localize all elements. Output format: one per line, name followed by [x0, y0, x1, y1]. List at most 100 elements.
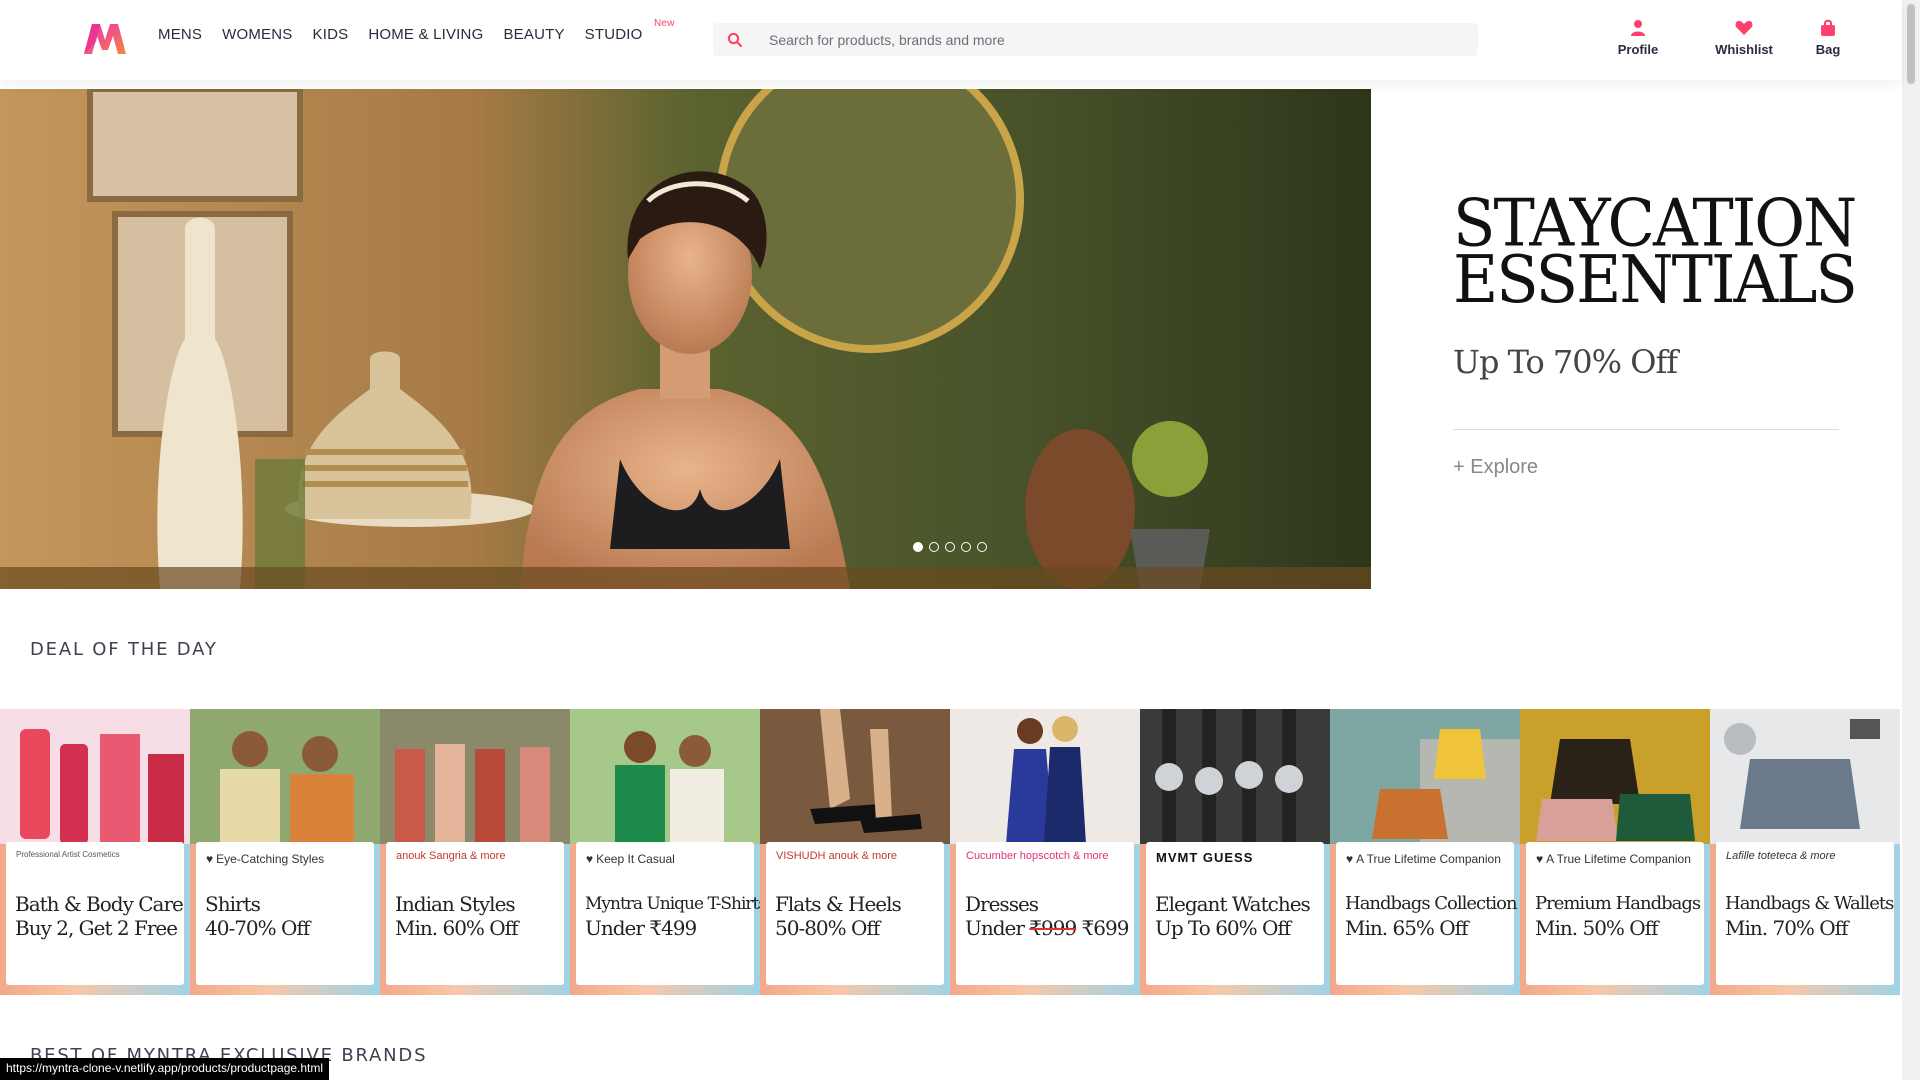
promo-subtitle: Up To 70% Off	[1453, 343, 1678, 381]
deal-line1: Handbags & Wallets	[1725, 893, 1894, 914]
deal-line2: Min. 60% Off	[395, 916, 518, 940]
carousel-dot[interactable]	[929, 542, 939, 552]
deal-line1: Indian Styles	[395, 892, 516, 916]
promo-divider	[1453, 429, 1839, 430]
deal-line2: 40-70% Off	[205, 916, 310, 940]
bag-button[interactable]: Bag	[1798, 18, 1858, 57]
deal-image	[570, 709, 760, 844]
promo-title: STAYCATION ESSENTIALS	[1453, 190, 1858, 318]
bag-icon	[1820, 18, 1836, 38]
deal-cards-row: Professional Artist Cosmetics Bath & Bod…	[0, 709, 1902, 995]
profile-label: Profile	[1617, 42, 1659, 57]
deal-card-premium-handbags[interactable]: ♥ A True Lifetime Companion Premium Handb…	[1520, 709, 1710, 995]
nav-kids[interactable]: KIDS	[303, 26, 359, 43]
wishlist-button[interactable]: Whishlist	[1702, 18, 1786, 57]
deal-line2: Min. 65% Off	[1345, 916, 1468, 940]
deal-line1: Myntra Unique T-Shirts	[585, 894, 760, 914]
profile-button[interactable]: Profile	[1598, 18, 1678, 57]
deal-line2: Min. 70% Off	[1725, 916, 1848, 940]
nav-womens[interactable]: WOMENS	[212, 26, 302, 43]
carousel-dot[interactable]	[977, 542, 987, 552]
deal-image	[1710, 709, 1900, 844]
deal-info-card: ♥ A True Lifetime Companion Handbags Coll…	[1336, 842, 1518, 985]
deal-info-card: ♥ Keep It Casual Myntra Unique T-Shirts U…	[576, 842, 760, 985]
deal-line2: Up To 60% Off	[1155, 916, 1291, 940]
deal-line2: Under ₹499	[585, 916, 697, 940]
deal-line2: 50-80% Off	[775, 916, 880, 940]
carousel-dot[interactable]	[945, 542, 955, 552]
nav-home-living[interactable]: HOME & LIVING	[358, 26, 493, 43]
deal-card-handbags-wallets[interactable]: Lafille toteteca & more Handbags & Walle…	[1710, 709, 1900, 995]
deal-tag: ♥ A True Lifetime Companion	[1346, 852, 1501, 866]
nav-studio[interactable]: STUDIO New	[575, 18, 675, 43]
myntra-logo-icon[interactable]	[82, 20, 128, 56]
deal-line1: Elegant Watches	[1155, 892, 1311, 916]
top-header: MENS WOMENS KIDS HOME & LIVING BEAUTY ST…	[0, 0, 1902, 80]
deal-info-card: ♥ Eye-Catching Styles Shirts 40-70% Off	[196, 842, 374, 985]
deal-brands: anouk Sangria & more	[396, 850, 506, 862]
deal-line1: Handbags Collection	[1345, 893, 1518, 914]
search-bar	[713, 23, 1478, 56]
deal-image	[1330, 709, 1520, 844]
deal-line1: Bath & Body Care	[15, 892, 184, 916]
nav-beauty[interactable]: BEAUTY	[493, 26, 574, 43]
deal-info-card: Lafille toteteca & more Handbags & Walle…	[1716, 842, 1894, 985]
deal-image	[1140, 709, 1330, 844]
deal-image	[0, 709, 190, 844]
nav-studio-label: STUDIO	[584, 25, 643, 43]
deal-tag: ♥ Keep It Casual	[586, 852, 675, 866]
deal-info-card: Professional Artist Cosmetics Bath & Bod…	[6, 842, 184, 985]
explore-link[interactable]: + Explore	[1453, 456, 1843, 479]
deal-image	[1520, 709, 1710, 844]
deal-brands: MVMT GUESS	[1156, 850, 1254, 865]
heart-icon	[1735, 18, 1753, 38]
deal-info-card: VISHUDH anouk & more Flats & Heels 50-80…	[766, 842, 944, 985]
carousel-dot[interactable]	[913, 542, 923, 552]
carousel-dot[interactable]	[961, 542, 971, 552]
deal-info-card: anouk Sangria & more Indian Styles Min. …	[386, 842, 564, 985]
deal-card-bath-body[interactable]: Professional Artist Cosmetics Bath & Bod…	[0, 709, 190, 995]
deal-line1: Dresses	[965, 892, 1039, 916]
scrollbar-thumb[interactable]	[1907, 4, 1915, 84]
deal-line2: Under ₹999 ₹699	[965, 916, 1129, 940]
deal-brands: Lafille toteteca & more	[1726, 850, 1836, 862]
deal-line1: Premium Handbags	[1535, 893, 1701, 914]
deal-card-flats-heels[interactable]: VISHUDH anouk & more Flats & Heels 50-80…	[760, 709, 950, 995]
deal-card-handbags-collection[interactable]: ♥ A True Lifetime Companion Handbags Coll…	[1330, 709, 1520, 995]
user-icon	[1630, 18, 1646, 38]
carousel-dots	[913, 542, 987, 552]
hero-banner-image[interactable]	[0, 89, 1371, 589]
deal-line1: Shirts	[205, 892, 261, 916]
deal-card-shirts[interactable]: ♥ Eye-Catching Styles Shirts 40-70% Off	[190, 709, 380, 995]
deal-card-watches[interactable]: MVMT GUESS Elegant Watches Up To 60% Off	[1140, 709, 1330, 995]
deal-brands: Professional Artist Cosmetics	[16, 850, 120, 859]
deal-image	[380, 709, 570, 844]
deal-line1: Flats & Heels	[775, 892, 902, 916]
deal-brands: VISHUDH anouk & more	[776, 850, 898, 862]
deal-line2: Buy 2, Get 2 Free	[15, 916, 178, 940]
browser-status-url: https://myntra-clone-v.netlify.app/produ…	[0, 1058, 330, 1080]
new-badge: New	[653, 17, 675, 29]
deal-line2: Min. 50% Off	[1535, 916, 1658, 940]
search-input[interactable]	[757, 23, 1478, 56]
deal-image	[190, 709, 380, 844]
old-price: ₹999	[1029, 916, 1077, 940]
deal-image	[950, 709, 1140, 844]
deal-of-the-day-heading: DEAL OF THE DAY	[30, 639, 218, 660]
hero-promo-panel: STAYCATION ESSENTIALS Up To 70% Off + Ex…	[1453, 190, 1858, 479]
deal-info-card: MVMT GUESS Elegant Watches Up To 60% Off	[1146, 842, 1324, 985]
hero-illustration	[0, 89, 1371, 589]
search-icon[interactable]	[713, 23, 757, 56]
deal-info-card: ♥ A True Lifetime Companion Premium Handb…	[1526, 842, 1704, 985]
nav-mens[interactable]: MENS	[158, 26, 212, 43]
deal-image	[760, 709, 950, 844]
page-scrollbar[interactable]	[1902, 0, 1920, 1080]
wishlist-label: Whishlist	[1715, 42, 1773, 57]
deal-info-card: Cucumber hopscotch & more Dresses Under …	[956, 842, 1134, 985]
deal-card-dresses[interactable]: Cucumber hopscotch & more Dresses Under …	[950, 709, 1140, 995]
deal-brands: Cucumber hopscotch & more	[966, 850, 1109, 862]
promo-title-line2: ESSENTIALS	[1453, 241, 1858, 318]
deal-card-indian-styles[interactable]: anouk Sangria & more Indian Styles Min. …	[380, 709, 570, 995]
deal-card-tshirts[interactable]: ♥ Keep It Casual Myntra Unique T-Shirts U…	[570, 709, 760, 995]
deal-tag: ♥ A True Lifetime Companion	[1536, 852, 1691, 866]
